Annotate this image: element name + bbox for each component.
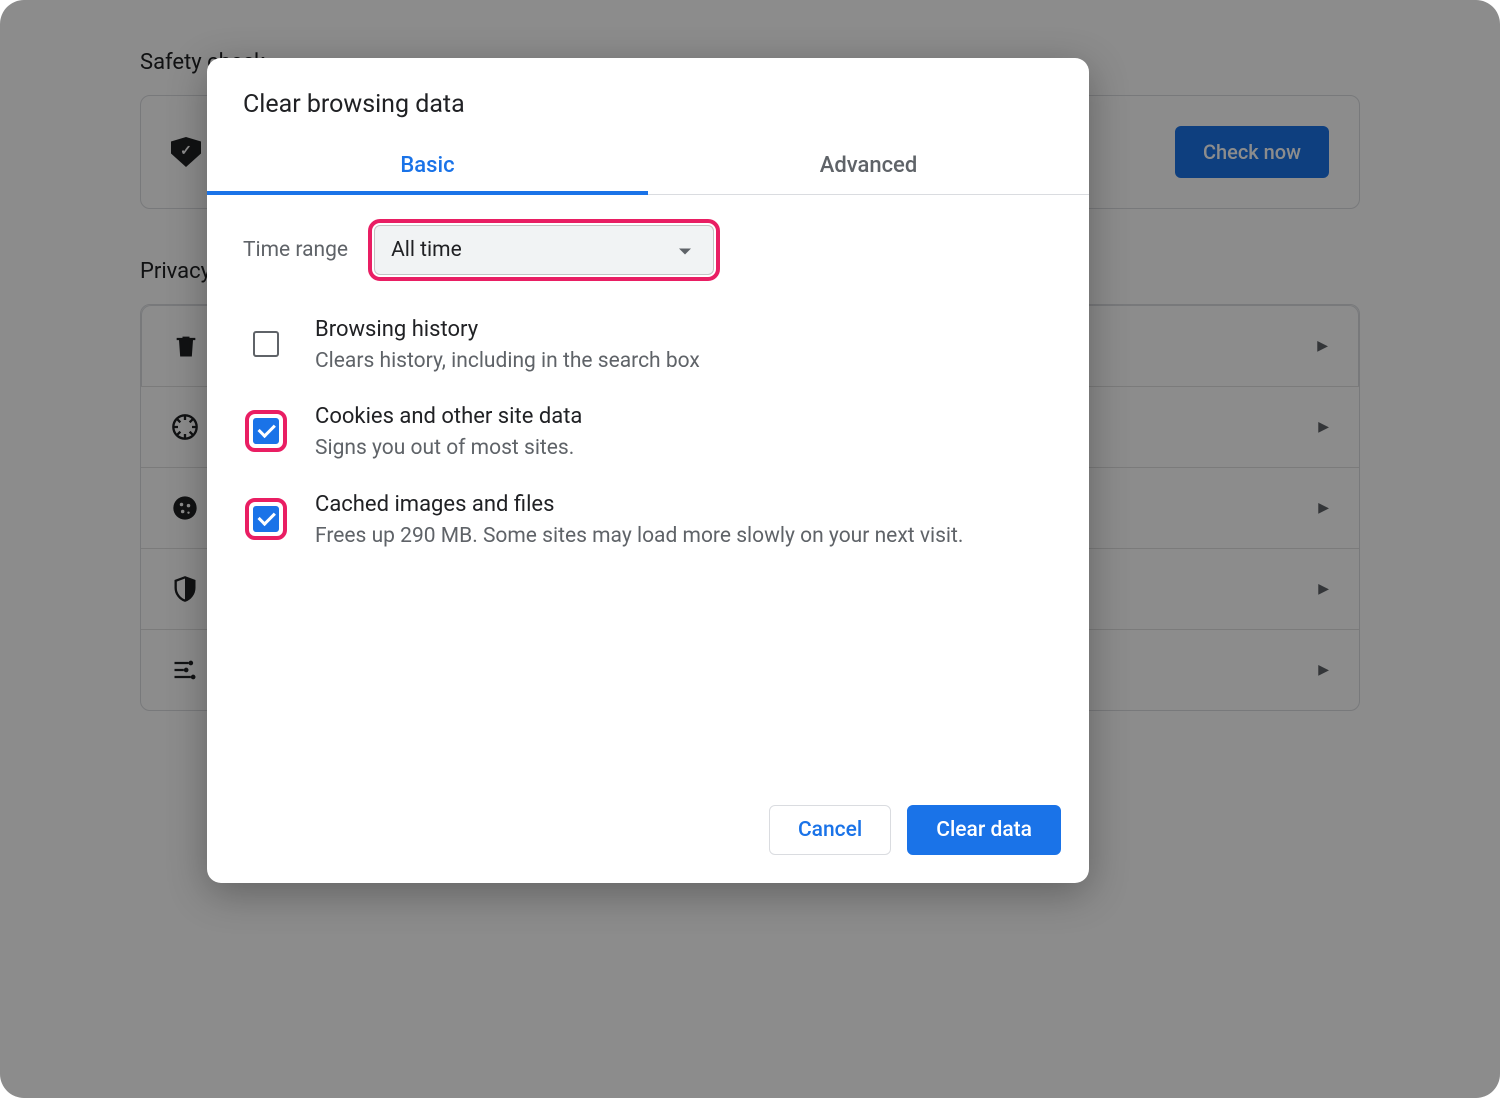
option-desc: Frees up 290 MB. Some sites may load mor… [315,522,1053,551]
option-title: Browsing history [315,317,1053,342]
option-title: Cached images and files [315,492,1053,517]
option-browsing-history: Browsing history Clears history, includi… [243,317,1053,376]
tab-basic[interactable]: Basic [207,139,648,194]
time-range-select[interactable]: All time [374,225,714,275]
time-range-label: Time range [243,238,348,262]
option-desc: Clears history, including in the search … [315,347,1053,376]
cancel-button[interactable]: Cancel [769,805,891,855]
tab-advanced[interactable]: Advanced [648,139,1089,194]
option-cookies: Cookies and other site data Signs you ou… [243,404,1053,463]
checkbox-container [245,323,287,365]
option-title: Cookies and other site data [315,404,1053,429]
checkbox-highlight [245,498,287,540]
cookies-checkbox[interactable] [253,418,279,444]
dialog-tabs: Basic Advanced [207,139,1089,195]
option-desc: Signs you out of most sites. [315,434,1053,463]
dialog-title: Clear browsing data [207,58,1089,139]
clear-browsing-data-dialog: Clear browsing data Basic Advanced Time … [207,58,1089,883]
browsing-history-checkbox[interactable] [253,331,279,357]
option-cached: Cached images and files Frees up 290 MB.… [243,492,1053,551]
clear-data-button[interactable]: Clear data [907,805,1061,855]
time-range-highlight: All time [368,219,720,281]
checkbox-highlight [245,410,287,452]
cached-checkbox[interactable] [253,506,279,532]
